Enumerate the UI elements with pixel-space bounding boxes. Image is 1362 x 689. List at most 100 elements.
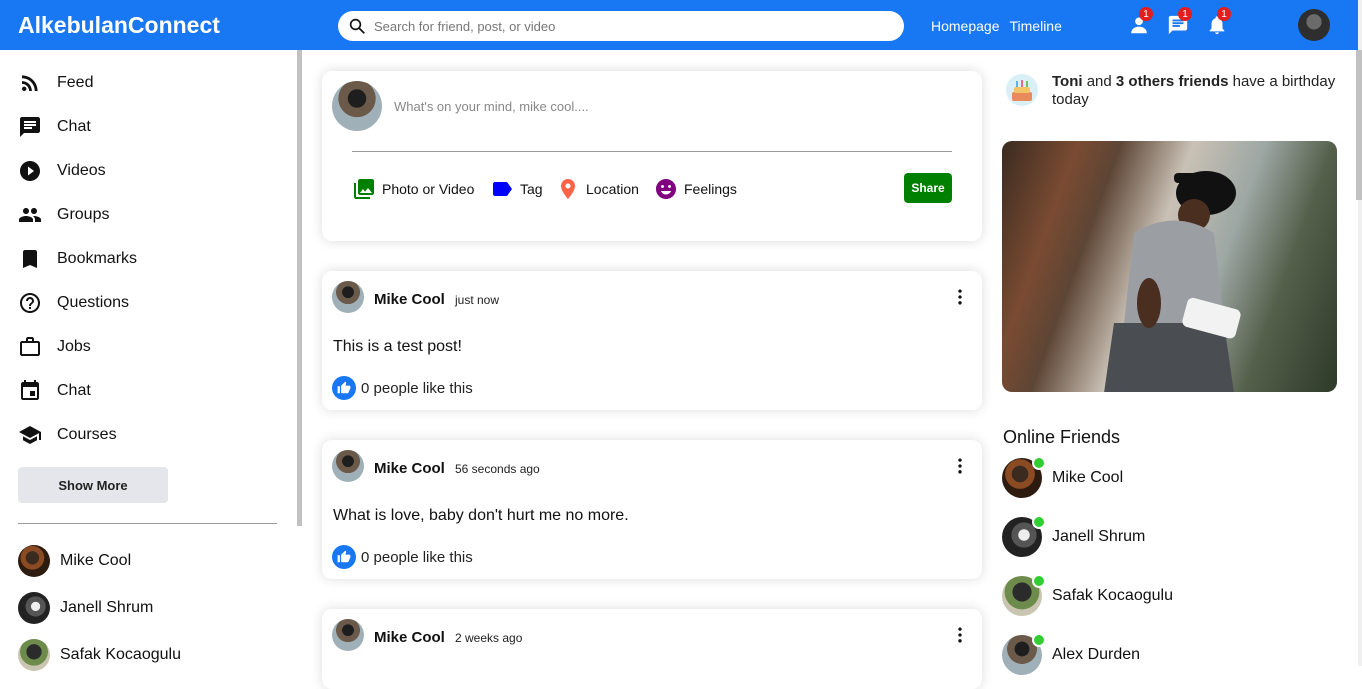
birthday-name: Toni <box>1052 73 1083 90</box>
homepage-link[interactable]: Homepage <box>931 18 1000 34</box>
avatar[interactable] <box>332 450 364 482</box>
page-scrollbar-thumb[interactable] <box>1356 50 1362 200</box>
ad-image[interactable] <box>1002 141 1337 392</box>
share-option-feelings[interactable]: Feelings <box>654 177 737 201</box>
share-option-label: Feelings <box>684 181 737 197</box>
more-vert-icon[interactable] <box>950 456 970 476</box>
post-card: Mike Cool 56 seconds ago What is love, b… <box>322 440 982 579</box>
online-friend[interactable]: Safak Kocaogulu <box>1002 574 1173 616</box>
more-vert-icon[interactable] <box>950 287 970 307</box>
group-icon <box>19 208 41 222</box>
birthday-notice: Toni and 3 others friends have a birthda… <box>1052 73 1342 109</box>
show-more-button[interactable]: Show More <box>18 467 168 503</box>
sidebar-item-label: Groups <box>57 206 110 223</box>
topbar: AlkebulanConnect Homepage Timeline 1 1 1 <box>0 0 1358 50</box>
help-outline-icon <box>20 293 40 313</box>
post-username[interactable]: Mike Cool <box>374 460 445 477</box>
photo-library-icon <box>354 179 374 199</box>
like-count: 0 people like this <box>361 549 473 566</box>
post-text: What is love, baby don't hurt me no more… <box>333 507 629 524</box>
online-indicator <box>1032 633 1046 647</box>
sidebar-item-bookmarks[interactable]: Bookmarks <box>18 247 137 271</box>
online-friend[interactable]: Janell Shrum <box>1002 515 1146 557</box>
friend-requests-button[interactable]: 1 <box>1128 7 1153 36</box>
sidebar-friend[interactable]: Mike Cool <box>18 545 131 577</box>
gift-cake-icon <box>1006 74 1038 106</box>
notifications-button[interactable]: 1 <box>1206 7 1231 36</box>
emoji-icon <box>656 179 676 199</box>
messages-button[interactable]: 1 <box>1167 7 1192 36</box>
avatar <box>18 545 50 577</box>
post-username[interactable]: Mike Cool <box>374 291 445 308</box>
online-friend[interactable]: Mike Cool <box>1002 456 1124 498</box>
sidebar-item-questions[interactable]: Questions <box>18 291 129 315</box>
like-button[interactable] <box>332 376 356 400</box>
post-date: 56 seconds ago <box>455 462 540 476</box>
post-card: Mike Cool just now This is a test post! … <box>322 271 982 410</box>
online-indicator <box>1032 574 1046 588</box>
search-bar[interactable] <box>338 11 904 41</box>
sidebar-item-courses[interactable]: Courses <box>18 423 117 447</box>
sidebar-scrollbar[interactable] <box>297 50 302 526</box>
app-logo[interactable]: AlkebulanConnect <box>18 12 220 39</box>
online-friends-title: Online Friends <box>1003 427 1121 447</box>
birthday-others: 3 others friends <box>1115 73 1229 90</box>
avatar[interactable] <box>332 281 364 313</box>
like-button[interactable] <box>332 545 356 569</box>
sidebar-item-jobs[interactable]: Jobs <box>18 335 91 359</box>
share-option-label: Location <box>586 181 639 197</box>
friend-requests-badge: 1 <box>1139 7 1153 21</box>
sidebar-item-groups[interactable]: Groups <box>18 203 109 227</box>
ad-person-illustration <box>1104 171 1241 392</box>
sidebar-item-label: Bookmarks <box>57 250 138 267</box>
sidebar-item-label: Courses <box>57 426 117 443</box>
avatar[interactable] <box>332 619 364 651</box>
share-button[interactable]: Share <box>904 173 952 203</box>
profile-avatar[interactable] <box>1298 9 1330 41</box>
share-input[interactable] <box>394 99 894 114</box>
share-option-tag[interactable]: Tag <box>490 177 543 201</box>
post-date: just now <box>455 293 500 307</box>
event-icon <box>21 380 39 400</box>
play-circle-icon <box>20 161 40 181</box>
school-icon <box>19 426 41 444</box>
sidebar-friend[interactable]: Janell Shrum <box>18 592 153 624</box>
share-box: Photo or Video Tag Location Feelings Sha… <box>322 71 982 241</box>
online-friend[interactable]: Alex Durden <box>1002 633 1141 675</box>
search-input[interactable] <box>374 18 774 34</box>
share-option-location[interactable]: Location <box>556 177 639 201</box>
friend-name: Mike Cool <box>1052 469 1124 486</box>
sidebar-item-label: Jobs <box>57 338 91 355</box>
friend-name: Alex Durden <box>1052 646 1141 663</box>
sidebar-item-label: Feed <box>57 74 94 91</box>
timeline-link[interactable]: Timeline <box>1010 18 1062 34</box>
sidebar-friend[interactable]: Safak Kocaogulu <box>18 639 181 671</box>
notifications-badge: 1 <box>1217 7 1231 21</box>
avatar <box>18 592 50 624</box>
friend-name: Safak Kocaogulu <box>60 646 181 663</box>
sidebar-item-label: Chat <box>57 382 91 399</box>
post-username[interactable]: Mike Cool <box>374 629 445 646</box>
sidebar: Feed Chat Videos Groups Bookmarks Questi… <box>0 50 297 671</box>
share-option-label: Tag <box>520 181 543 197</box>
sidebar-divider <box>18 523 277 524</box>
sidebar-item-videos[interactable]: Videos <box>18 159 106 183</box>
thumb-up-icon <box>337 381 351 394</box>
search-icon <box>349 18 365 34</box>
more-vert-icon[interactable] <box>950 625 970 645</box>
like-count: 0 people like this <box>361 380 473 397</box>
work-outline-icon <box>20 337 40 356</box>
avatar <box>18 639 50 671</box>
thumb-up-icon <box>337 550 351 563</box>
sidebar-item-chat[interactable]: Chat <box>18 115 91 139</box>
online-indicator <box>1032 456 1046 470</box>
sidebar-item-events[interactable]: Chat <box>18 379 91 403</box>
friend-name: Mike Cool <box>60 552 132 569</box>
share-option-photo[interactable]: Photo or Video <box>352 177 474 201</box>
avatar <box>332 81 382 131</box>
friend-name: Janell Shrum <box>1052 528 1146 545</box>
share-divider <box>352 151 952 152</box>
sidebar-item-feed[interactable]: Feed <box>18 71 93 95</box>
messages-badge: 1 <box>1178 7 1192 21</box>
sidebar-item-label: Chat <box>57 118 91 135</box>
